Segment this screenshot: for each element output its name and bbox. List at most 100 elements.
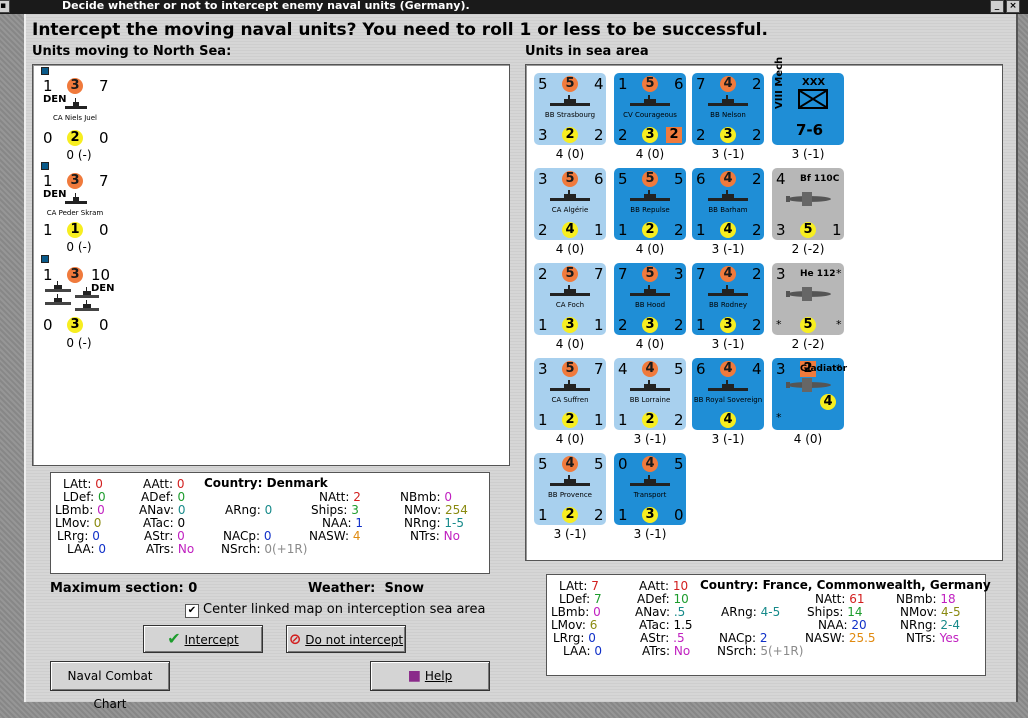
stat-value: 0 [444, 490, 453, 504]
ship-icon [708, 285, 748, 296]
unit-count: 0 (-) [66, 148, 92, 162]
unit-stat: 5 [562, 76, 578, 92]
unit-stat: 4 [720, 171, 736, 187]
sea-unit-counter[interactable]: 5 4 5 BB Provence 1 2 2 3 (-1) [534, 453, 606, 543]
checkmark-icon: ✔ [167, 629, 181, 648]
ship-icon [550, 475, 590, 486]
sea-unit-counter[interactable]: 3 5 6 CA Algérie 2 4 1 4 (0) [534, 168, 606, 258]
center-map-checkbox[interactable]: ✔ [185, 604, 199, 618]
sea-unit-counter[interactable]: XXX VIII Mech 7-6 3 (-1) [772, 57, 844, 163]
stat-label: AAtt: [143, 477, 173, 491]
unit-stat: 3 [67, 78, 83, 94]
ship-icon [65, 193, 87, 204]
unit-stat: 6 [696, 170, 706, 188]
unit-stat: 3 [720, 317, 736, 333]
close-icon[interactable]: × [1006, 0, 1020, 13]
sea-unit-counter[interactable]: 5 5 5 BB Repulse 1 2 2 4 (0) [614, 168, 686, 258]
ship-icon [550, 285, 590, 296]
sea-unit-counter[interactable]: 3 2 * Gladiator * 4 4 (0) [772, 358, 847, 448]
help-button[interactable]: ■ Help [370, 661, 490, 691]
minimize-icon[interactable]: _ [990, 0, 1004, 13]
stat-label: NRng: [900, 618, 937, 632]
sea-unit-counter[interactable]: 5 5 4 BB Strasbourg 3 2 2 4 (0) [534, 73, 606, 163]
stat-label: LRrg: [57, 529, 89, 543]
unit-counter-niels-juel[interactable]: 1 3 7 DEN CA Niels Juel 0 2 0 0 (-) [39, 67, 111, 163]
unit-stat: 5 [642, 266, 658, 282]
stat-label: NTrs: [410, 529, 440, 543]
unit-stat: 3 [562, 317, 578, 333]
sea-unit-counter[interactable]: 0 4 5 Transport 1 3 0 3 (-1) [614, 453, 686, 543]
stat-label: AStr: [144, 529, 174, 543]
sea-unit-counter[interactable]: 156CV Courageous23224 (0) [614, 73, 686, 163]
unit-stat: 2 [752, 221, 762, 239]
sea-unit-counter[interactable]: 7 4 2 BB Nelson 2 3 2 3 (-1) [692, 73, 764, 163]
unit-stat: 4 [776, 170, 786, 188]
intercept-button[interactable]: ✔ Intercept [143, 625, 263, 653]
unit-name: BB Rodney [709, 301, 747, 309]
unit-counter-fleet[interactable]: 1 3 10 DEN 0 3 0 0 (-) [39, 255, 115, 351]
unit-stat: 1 [618, 75, 628, 93]
country-label: Country: [204, 476, 263, 490]
unit-stat: 1 [696, 221, 706, 239]
ship-icon [75, 300, 99, 311]
stat-label: LMov: [551, 618, 586, 632]
sea-unit-counter[interactable]: 7 5 3 BB Hood 2 3 2 4 (0) [614, 263, 686, 353]
stat-label: LMov: [55, 516, 90, 530]
sea-unit-counter[interactable]: 6 4 4 BB Royal Sovereign 4 3 (-1) [692, 358, 764, 448]
carrier-badge: 2 [666, 127, 682, 143]
stat-value: 4 [352, 529, 361, 543]
unit-counter-peder-skram[interactable]: 1 3 7 DEN CA Peder Skram 1 1 0 0 (-) [39, 162, 111, 258]
sea-unit-counter[interactable]: 3 5 7 CA Suffren 1 2 1 4 (0) [534, 358, 606, 448]
naval-combat-chart-button[interactable]: Naval Combat Chart [50, 661, 170, 711]
sea-unit-counter[interactable]: 2 5 7 CA Foch 1 3 1 4 (0) [534, 263, 606, 353]
unit-stat: 3 [642, 317, 658, 333]
unit-stat: * [836, 267, 842, 280]
stat-label: LAtt: [63, 477, 92, 491]
plane-silhouette-icon [786, 287, 831, 301]
unit-stat: 1 [832, 221, 842, 239]
stat-value: 0 [97, 490, 106, 504]
unit-stat: 5 [674, 360, 684, 378]
stat-value: 20 [851, 618, 867, 632]
stat-label: ATrs: [642, 644, 671, 658]
unit-name: BB Strasbourg [544, 111, 596, 119]
ship-icon [630, 285, 670, 296]
country-label: Country: [700, 578, 759, 592]
stat-value: .5 [673, 631, 685, 645]
left-panel-label: Units moving to North Sea: [32, 44, 232, 59]
unit-count: 4 (0) [555, 147, 585, 161]
unit-stat: 0 [43, 316, 53, 334]
unit-stat: 4 [562, 456, 578, 472]
stat-value: 0 [264, 503, 273, 517]
unit-stat: 0 [674, 506, 684, 524]
stat-label: NASW: [805, 631, 846, 645]
unit-stat: 2 [674, 316, 684, 334]
unit-stat: 3 [776, 360, 786, 378]
sea-unit-counter[interactable]: 7 4 2 BB Rodney 1 3 2 3 (-1) [692, 263, 764, 353]
unit-stat: 3 [538, 126, 548, 144]
unit-name: BB Barham [708, 206, 748, 214]
sea-unit-counter[interactable]: 4 Bf 110C 3 5 1 2 (-2) [772, 168, 844, 258]
sea-unit-counter[interactable]: 3 * He 112 * 5 * 2 (-2) [772, 263, 844, 353]
unit-count: 4 (0) [635, 337, 665, 351]
unit-stat: 5 [594, 455, 604, 473]
unit-stat: 5 [642, 171, 658, 187]
stat-value: 0 [263, 529, 272, 543]
unit-stat: 2 [642, 412, 658, 428]
sea-area-units-panel[interactable]: 5 5 4 BB Strasbourg 3 2 2 4 (0) 1 5 6 CV Courageous… [525, 57, 1003, 561]
stat-label: ANav: [139, 503, 175, 517]
moving-units-stats: LAtt: 0 LDef: 0 LBmb: 0 LMov: 0 LRrg: 0 … [50, 472, 490, 574]
unit-stat: 2 [618, 316, 628, 334]
system-menu-icon[interactable]: ▪ [0, 0, 10, 13]
moving-units-panel[interactable]: 1 3 7 DEN CA Niels Juel 0 2 0 0 (-) 1 3 … [32, 64, 510, 466]
unit-stat: 0 [99, 316, 109, 334]
sea-unit-counter[interactable]: 6 4 2 BB Barham 1 4 2 3 (-1) [692, 168, 764, 258]
no-intercept-label: Do not intercept [305, 633, 404, 647]
stat-value: 0 [593, 605, 601, 619]
unit-stat: 4 [642, 456, 658, 472]
unit-stat: 7 [99, 172, 109, 190]
do-not-intercept-button[interactable]: ⊘ Do not intercept [286, 625, 406, 653]
unit-name: CA Foch [555, 301, 585, 309]
stat-label: LDef: [63, 490, 95, 504]
sea-unit-counter[interactable]: 4 4 5 BB Lorraine 1 2 2 3 (-1) [614, 358, 686, 448]
